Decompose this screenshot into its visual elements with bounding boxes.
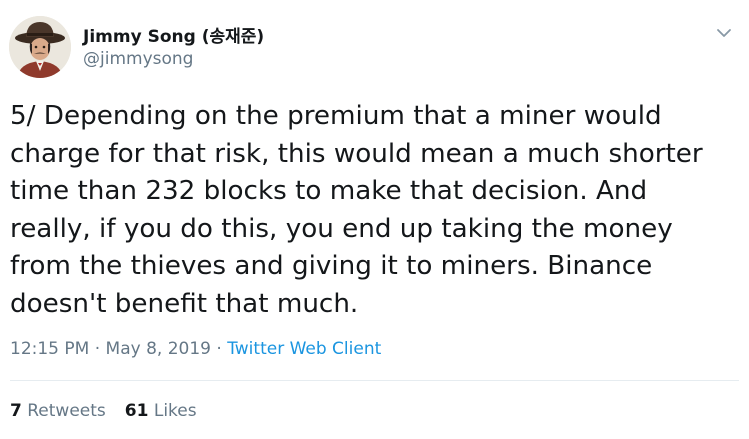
retweets-count: 7 (10, 401, 22, 421)
divider (10, 380, 739, 381)
tweet-stats: 7 Retweets 61 Likes (10, 401, 197, 421)
chevron-down-icon (717, 29, 731, 37)
tweet-source-link[interactable]: Twitter Web Client (227, 339, 381, 359)
avatar[interactable] (9, 16, 71, 78)
more-options-button[interactable] (713, 24, 735, 42)
tweet-time[interactable]: 12:15 PM (10, 339, 89, 359)
likes-label: Likes (148, 401, 197, 421)
likes-stat[interactable]: 61 Likes (125, 401, 197, 421)
retweets-stat[interactable]: 7 Retweets (10, 401, 106, 421)
tweet-text: 5/ Depending on the premium that a miner… (10, 101, 703, 319)
tweet-meta: 12:15 PM · May 8, 2019 · Twitter Web Cli… (10, 339, 381, 359)
meta-separator: · (89, 339, 106, 359)
retweets-label: Retweets (21, 401, 106, 421)
author-handle[interactable]: @jimmysong (83, 49, 193, 69)
likes-count: 61 (124, 401, 149, 421)
avatar-image (9, 16, 71, 78)
meta-separator: · (210, 339, 228, 359)
tweet-date[interactable]: May 8, 2019 (106, 339, 211, 359)
author-name[interactable]: Jimmy Song (송재준) (83, 22, 264, 47)
